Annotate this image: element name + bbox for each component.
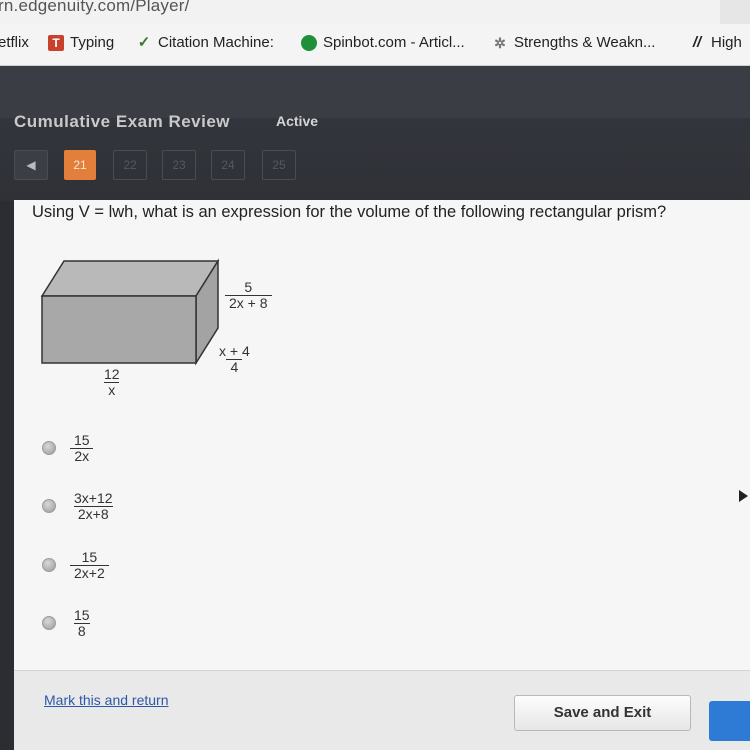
- rectangular-prism-diagram: [40, 258, 220, 366]
- chevron-left-icon: ◀: [26, 158, 36, 172]
- url-text[interactable]: rn.edgenuity.com/Player/: [0, 0, 190, 16]
- height-denominator: 2x + 8: [225, 294, 272, 311]
- radio-button[interactable]: [42, 616, 56, 631]
- app-header: Cumulative Exam Review Active ◀ 21 22 23…: [0, 66, 750, 201]
- bookmark-citation-machine[interactable]: ✓ Citation Machine:: [136, 34, 274, 51]
- length-numerator: 12: [104, 366, 120, 382]
- activity-title: Cumulative Exam Review: [14, 112, 231, 131]
- bookmark-label: Citation Machine:: [158, 34, 274, 51]
- choice-denominator: 2x+2: [70, 564, 109, 581]
- radio-button[interactable]: [42, 499, 56, 514]
- height-dimension-label: 5 2x + 8: [225, 280, 272, 310]
- bookmark-typing[interactable]: T Typing: [48, 34, 114, 51]
- question-nav-23[interactable]: 23: [162, 150, 196, 180]
- choice-numerator: 15: [74, 432, 90, 448]
- answer-choice-d[interactable]: 15 8: [42, 608, 90, 638]
- citation-machine-icon: ✓: [137, 33, 151, 51]
- question-nav-25[interactable]: 25: [262, 150, 296, 180]
- high-icon: //: [692, 33, 702, 51]
- height-numerator: 5: [244, 279, 253, 295]
- typing-icon: T: [48, 34, 64, 51]
- bookmark-label: High: [711, 34, 742, 51]
- length-dimension-label: 12 x: [100, 367, 124, 397]
- mark-and-return-link[interactable]: Mark this and return: [44, 692, 169, 708]
- strengths-icon: ✲: [494, 34, 506, 51]
- activity-status: Active: [276, 113, 319, 129]
- answer-choice-a[interactable]: 15 2x: [42, 433, 94, 463]
- answer-choice-c[interactable]: 15 2x+2: [42, 550, 109, 580]
- bookmark-label: Spinbot.com - Articl...: [323, 34, 465, 51]
- bookmark-label: Typing: [70, 34, 115, 51]
- choice-fraction: 3x+12 2x+8: [70, 491, 117, 521]
- question-nav-21[interactable]: 21: [64, 150, 96, 180]
- length-denominator: x: [104, 381, 120, 398]
- depth-numerator: x + 4: [219, 343, 250, 359]
- depth-dimension-label: x + 4 4: [215, 344, 254, 374]
- bookmark-high[interactable]: // High: [689, 34, 742, 51]
- question-panel: Using V = lwh, what is an expression for…: [14, 200, 750, 670]
- choice-numerator: 3x+12: [74, 490, 113, 506]
- question-footer: Mark this and return Save and Exit: [14, 670, 750, 750]
- bookmark-spinbot[interactable]: Spinbot.com - Articl...: [301, 34, 465, 51]
- question-text: Using V = lwh, what is an expression for…: [32, 203, 667, 221]
- answer-choice-b[interactable]: 3x+12 2x+8: [42, 491, 113, 521]
- address-bar[interactable]: rn.edgenuity.com/Player/: [0, 0, 750, 24]
- mouse-cursor-icon: [739, 490, 748, 502]
- submit-button[interactable]: [709, 701, 750, 741]
- choice-numerator: 15: [81, 549, 98, 565]
- bookmark-label: etflix: [0, 34, 29, 51]
- choice-fraction: 15 2x: [70, 433, 94, 463]
- bookmark-star-area: [720, 0, 750, 24]
- choice-fraction: 15 8: [70, 608, 94, 638]
- bookmarks-bar: etflix T Typing ✓ Citation Machine: Spin…: [0, 24, 750, 66]
- radio-button[interactable]: [42, 441, 56, 456]
- question-nav-22[interactable]: 22: [113, 150, 147, 180]
- choice-denominator: 2x: [70, 447, 94, 464]
- choice-denominator: 8: [73, 622, 90, 639]
- choice-fraction: 15 2x+2: [70, 550, 109, 580]
- previous-question-button[interactable]: ◀: [14, 150, 48, 180]
- radio-button[interactable]: [42, 558, 56, 573]
- bookmark-strengths[interactable]: ✲ Strengths & Weakn...: [492, 34, 655, 51]
- bookmark-label: Strengths & Weakn...: [514, 34, 656, 51]
- bookmark-netflix[interactable]: etflix: [0, 34, 29, 51]
- choice-denominator: 2x+8: [73, 505, 113, 522]
- save-and-exit-button[interactable]: Save and Exit: [514, 695, 691, 731]
- question-nav-24[interactable]: 24: [211, 150, 245, 180]
- choice-numerator: 15: [74, 607, 90, 623]
- spinbot-icon: [301, 34, 317, 51]
- depth-denominator: 4: [226, 358, 243, 375]
